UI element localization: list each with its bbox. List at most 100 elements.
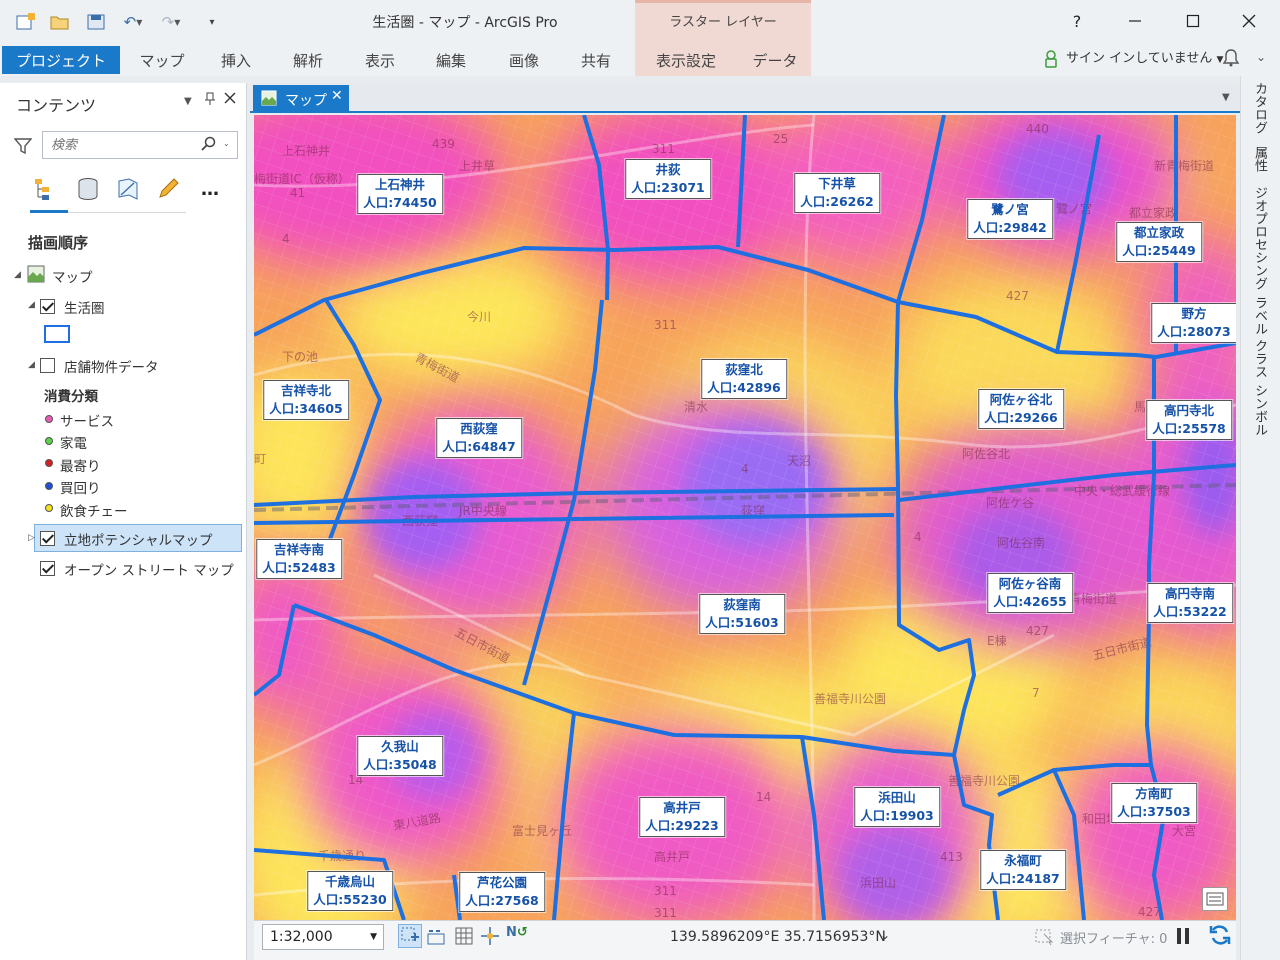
search-options-icon[interactable]: ⌄ [223,139,230,148]
population-label[interactable]: 高円寺南 人口:53222 [1147,583,1233,623]
population-label[interactable]: 永福町 人口:24187 [980,850,1066,890]
population-label[interactable]: 都立家政 人口:25449 [1116,222,1202,262]
basemap-text: 上石神井 [282,144,330,158]
population-label[interactable]: 鷺ノ宮 人口:29842 [967,199,1053,239]
selection-icon[interactable] [1034,926,1056,950]
boundary-symbol[interactable] [44,325,70,343]
expand-store-icon[interactable]: ◢ [28,360,35,370]
close-map-tab-icon[interactable]: ✕ [331,88,343,104]
pin-icon[interactable] [204,92,216,110]
population-label[interactable]: 阿佐ヶ谷南 人口:42655 [987,573,1073,613]
help-button[interactable]: ? [1054,8,1100,34]
population-label[interactable]: 荻窪北 人口:42896 [701,359,787,399]
map-view-tab-bar [250,83,1240,113]
pane-close-icon[interactable] [224,92,236,108]
close-icon[interactable] [1226,8,1272,34]
tab-project[interactable]: プロジェクト [2,46,120,74]
tab-imagery[interactable]: 画像 [498,44,550,76]
tab-data[interactable]: データ [748,44,802,76]
notification-icon[interactable] [1222,48,1240,72]
population-label[interactable]: 千歳烏山 人口:55230 [307,871,393,911]
basemap-text: JR中央線 [458,503,507,518]
tree-layer-osm[interactable]: オープン ストリート マップ [64,559,234,579]
expand-potential-icon[interactable]: ▷ [28,533,35,543]
tab-share[interactable]: 共有 [570,44,622,76]
category-label: 最寄り [60,459,101,475]
dock-tab-geoprocessing[interactable]: ジオプロセシング [1250,186,1269,290]
coordinate-format-icon[interactable]: ⌄ [880,928,890,942]
checkbox-seikatsuken[interactable] [40,299,55,314]
category-label: 飲食チェー [60,504,128,520]
tree-map[interactable]: マップ [52,266,93,286]
population-label[interactable]: 芦花公園 人口:27568 [459,872,545,912]
north-arrow-icon[interactable]: N↺ [506,925,528,940]
open-project-icon[interactable] [48,10,72,34]
search-icon[interactable] [201,136,217,156]
tab-list-icon[interactable]: ▼ [1222,92,1230,103]
tab-analysis[interactable]: 解析 [282,44,334,76]
tab-map-view[interactable]: マップ ✕ [253,85,349,113]
dock-tab-catalog[interactable]: カタログ [1250,82,1269,134]
signin-status[interactable]: サイン インしていません ▼ [1066,48,1241,70]
save-project-icon[interactable] [84,10,108,34]
tree-layer-potential[interactable]: 立地ポテンシャルマップ [64,529,213,549]
search-input[interactable] [43,132,193,158]
population-label[interactable]: 阿佐ヶ谷北 人口:29266 [978,389,1064,429]
map-canvas[interactable]: 上石神井 439 上井草 311 25 440 新青梅街道 鷺ノ宮 都立家政 4… [254,115,1236,920]
checkbox-store[interactable] [40,358,55,373]
dock-tab-attributes[interactable]: 属性 [1250,146,1269,172]
search-box[interactable]: ⌄ [42,131,238,159]
tab-insert[interactable]: 挿入 [210,44,262,76]
customize-qat-icon[interactable]: ▾ [200,10,224,34]
population-label[interactable]: 井荻 人口:23071 [625,159,711,199]
tab-appearance[interactable]: 表示設定 [646,44,726,76]
correction-icon[interactable] [480,926,500,950]
map-notes-icon[interactable] [1202,887,1228,911]
population-label[interactable]: 野方 人口:28073 [1151,303,1236,343]
basemap-text: 41 [290,186,305,200]
dock-tab-symbol[interactable]: シンボル [1250,384,1269,436]
snapping-icon[interactable] [398,924,422,948]
list-by-data-source-icon[interactable] [74,175,102,203]
dock-tab-label-class[interactable]: ラベル クラス [1250,296,1269,378]
population-label[interactable]: 下井草 人口:26262 [794,173,880,213]
population-label[interactable]: 上石神井 人口:74450 [357,174,443,214]
checkbox-potential[interactable] [40,531,55,546]
population-label[interactable]: 久我山 人口:35048 [357,736,443,776]
list-by-drawing-order-icon[interactable] [32,175,60,203]
pane-menu-icon[interactable]: ▼ [184,96,192,107]
pause-drawing-icon[interactable] [1174,926,1192,950]
tab-edit[interactable]: 編集 [425,44,477,76]
minimize-icon[interactable] [1112,8,1158,34]
ribbon-collapse-icon[interactable]: ⌄ [1256,50,1266,64]
expand-seikatsuken-icon[interactable]: ◢ [28,300,35,310]
tab-map[interactable]: マップ [136,44,188,76]
constraints-icon[interactable] [426,926,448,950]
category-label: サービス [60,414,114,430]
map-icon [27,265,45,287]
population-label[interactable]: 高円寺北 人口:25578 [1146,400,1232,440]
redo-icon[interactable]: ↷ ▼ [156,10,186,34]
grid-icon[interactable] [454,926,474,950]
list-by-editing-icon[interactable] [154,175,182,203]
new-project-icon[interactable] [14,10,38,34]
population-label[interactable]: 吉祥寺北 人口:34605 [263,380,349,420]
expand-map-icon[interactable]: ◢ [14,270,21,280]
population-label[interactable]: 浜田山 人口:19903 [854,787,940,827]
scale-dropdown[interactable]: 1:32,000 ▼ [262,924,384,950]
population-label[interactable]: 西荻窪 人口:64847 [436,418,522,458]
tab-view[interactable]: 表示 [354,44,406,76]
list-by-selection-icon[interactable] [114,175,142,203]
more-options-icon[interactable]: … [196,175,224,203]
tree-layer-store[interactable]: 店舗物件データ [64,356,159,376]
tree-layer-seikatsuken[interactable]: 生活圏 [64,297,105,317]
filter-icon[interactable] [13,137,33,159]
population-label[interactable]: 荻窪南 人口:51603 [699,594,785,634]
refresh-icon[interactable] [1208,923,1232,951]
population-label[interactable]: 方南町 人口:37503 [1111,783,1197,823]
undo-icon[interactable]: ↶ ▼ [118,10,148,34]
checkbox-osm[interactable] [40,561,55,576]
population-label[interactable]: 吉祥寺南 人口:52483 [256,539,342,579]
population-label[interactable]: 高井戸 人口:29223 [639,797,725,837]
maximize-icon[interactable] [1170,8,1216,34]
